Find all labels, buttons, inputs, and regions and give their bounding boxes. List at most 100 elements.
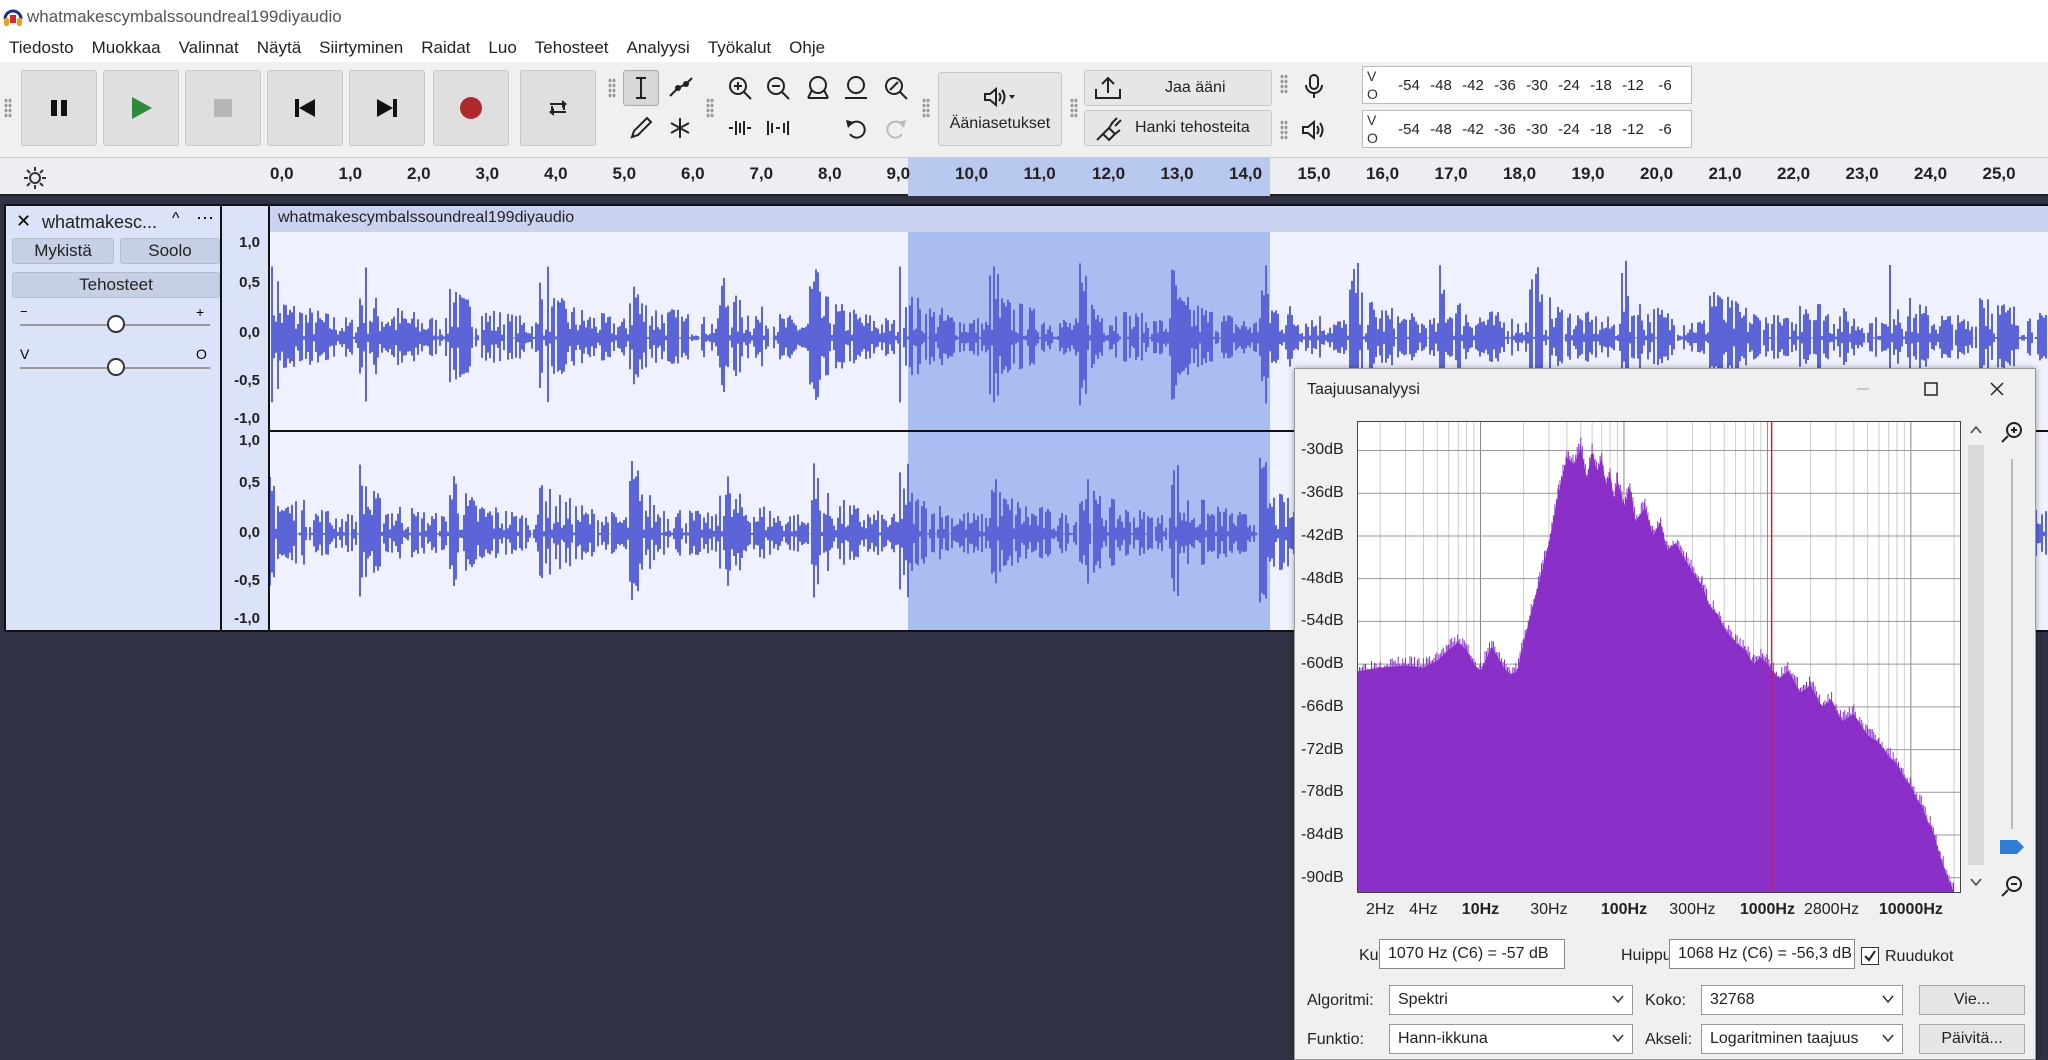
- rec-meter-grip[interactable]: [1280, 74, 1288, 94]
- ruler-tick-label: 0,0: [270, 164, 294, 183]
- vertical-scrollbar[interactable]: [1967, 421, 1985, 893]
- envelope-tool-button[interactable]: [662, 70, 698, 106]
- undo-icon: [846, 120, 866, 139]
- menu-tools[interactable]: Työkalut: [699, 38, 780, 58]
- audio-settings-button[interactable]: Ääniasetukset: [938, 72, 1062, 146]
- skip-to-end-button[interactable]: [349, 70, 425, 146]
- toolbar-grip[interactable]: [4, 98, 12, 118]
- tools-grip[interactable]: [608, 78, 616, 98]
- close-button[interactable]: [1985, 377, 2009, 401]
- algorithm-select[interactable]: Spektri: [1389, 985, 1633, 1015]
- ruler-tick-label: 5,0: [612, 164, 637, 183]
- pencil-icon: [630, 116, 653, 139]
- menu-effect[interactable]: Tehosteet: [526, 38, 618, 58]
- trim-button[interactable]: [722, 110, 758, 146]
- play-meter-grip[interactable]: [1280, 120, 1288, 140]
- y-tick-label: -30dB: [1301, 441, 1344, 459]
- skip-to-start-button[interactable]: [267, 70, 343, 146]
- x-tick-label: 10Hz: [1461, 901, 1500, 918]
- record-button[interactable]: [433, 70, 509, 146]
- scrollbar-track[interactable]: [1968, 445, 1984, 865]
- gear-icon[interactable]: [22, 165, 48, 191]
- minimize-button[interactable]: [1851, 377, 1875, 401]
- loop-button[interactable]: [520, 70, 596, 146]
- mute-button[interactable]: Mykistä: [12, 238, 114, 264]
- meter-tick: -48: [1430, 77, 1452, 94]
- x-tick-label: 2Hz: [1365, 901, 1395, 918]
- scroll-down-icon[interactable]: [1967, 873, 1985, 891]
- redo-button[interactable]: [878, 110, 914, 146]
- spectrum-plot[interactable]: [1357, 421, 1961, 897]
- loop-icon: [549, 100, 567, 116]
- size-select[interactable]: 32768: [1701, 985, 1903, 1015]
- collapse-track-icon[interactable]: ^: [172, 210, 180, 228]
- record-meter-button[interactable]: [1296, 68, 1332, 104]
- zoom-slider-thumb[interactable]: [1999, 839, 2025, 855]
- menu-generate[interactable]: Luo: [479, 38, 525, 58]
- grid-checkbox[interactable]: [1861, 947, 1879, 965]
- play-button[interactable]: [103, 70, 179, 146]
- meter-tick: -6: [1658, 77, 1672, 94]
- recording-meter[interactable]: V O -54 -48 -42 -36 -30 -24 -18 -12 -6: [1362, 66, 1692, 104]
- track-name[interactable]: whatmakesc...: [42, 212, 157, 233]
- gain-slider[interactable]: [107, 315, 125, 333]
- audacity-app-icon: [3, 9, 23, 26]
- pause-button[interactable]: [21, 70, 97, 146]
- trim-audio-icon: [729, 121, 751, 135]
- zoom-out-icon[interactable]: [1999, 873, 2025, 899]
- ruler-tick-label: 19,0: [1571, 164, 1605, 183]
- menu-analyze[interactable]: Analyysi: [618, 38, 699, 58]
- audio-settings-label: Ääniasetukset: [949, 115, 1051, 132]
- menu-view[interactable]: Näytä: [248, 38, 310, 58]
- amp-label: -0,5: [234, 372, 260, 389]
- draw-tool-button[interactable]: [623, 110, 659, 146]
- audio-setup-grip[interactable]: [922, 98, 930, 118]
- track-control-panel: ✕ whatmakesc... ^ ⋯ Mykistä Soolo Tehost…: [4, 204, 222, 632]
- scroll-up-icon[interactable]: [1967, 421, 1985, 439]
- get-effects-button[interactable]: Hanki tehosteita: [1084, 110, 1272, 146]
- selection-tool-button[interactable]: [623, 70, 659, 106]
- replot-button[interactable]: Päivitä...: [1919, 1024, 2025, 1054]
- zoom-in-button[interactable]: [722, 70, 758, 106]
- menu-file[interactable]: Tiedosto: [0, 38, 83, 58]
- fit-project-button[interactable]: [838, 70, 874, 106]
- playback-meter[interactable]: V O -54 -48 -42 -36 -30 -24 -18 -12 -6: [1362, 110, 1692, 148]
- timeline-ruler[interactable]: 0,0 1,0 2,0 3,0 4,0 5,0 6,0 7,0 8,0 9,0 10,0 11,0 12…: [0, 158, 2048, 196]
- silence-button[interactable]: [760, 110, 796, 146]
- zoom-out-button[interactable]: [760, 70, 796, 106]
- menu-tracks[interactable]: Raidat: [412, 38, 479, 58]
- undo-button[interactable]: [838, 110, 874, 146]
- zoom-in-icon[interactable]: [1999, 419, 2025, 445]
- meter-tick: -18: [1590, 77, 1612, 94]
- export-button[interactable]: Vie...: [1919, 985, 2025, 1015]
- close-track-icon[interactable]: ✕: [16, 211, 31, 232]
- ruler-tick-label: 10,0: [955, 164, 989, 183]
- ruler-tick-label: 7,0: [749, 164, 774, 183]
- pan-slider[interactable]: [107, 358, 125, 376]
- edit-grip[interactable]: [706, 98, 714, 118]
- maximize-icon: [1924, 382, 1938, 396]
- menu-transport[interactable]: Siirtyminen: [310, 38, 412, 58]
- amp-label: 1,0: [239, 234, 260, 251]
- maximize-button[interactable]: [1919, 377, 1943, 401]
- playback-meter-button[interactable]: [1296, 112, 1332, 148]
- fit-selection-button[interactable]: [800, 70, 836, 106]
- function-value: Hann-ikkuna: [1398, 1030, 1488, 1047]
- zoom-toggle-button[interactable]: [878, 70, 914, 106]
- effects-button[interactable]: Tehosteet: [12, 272, 220, 298]
- redo-icon: [886, 120, 906, 139]
- ruler-tick-label: 25,0: [1982, 164, 2016, 183]
- menu-help[interactable]: Ohje: [780, 38, 834, 58]
- axis-value: Logaritminen taajuus: [1710, 1030, 1859, 1047]
- share-grip[interactable]: [1070, 98, 1078, 118]
- share-audio-button[interactable]: Jaa ääni: [1084, 70, 1272, 106]
- function-select[interactable]: Hann-ikkuna: [1389, 1024, 1633, 1054]
- solo-button[interactable]: Soolo: [120, 238, 220, 264]
- track-menu-icon[interactable]: ⋯: [196, 208, 214, 229]
- menu-edit[interactable]: Muokkaa: [83, 38, 170, 58]
- stop-button[interactable]: [185, 70, 261, 146]
- ruler-tick-label: 24,0: [1914, 164, 1948, 183]
- menu-select[interactable]: Valinnat: [170, 38, 248, 58]
- axis-select[interactable]: Logaritminen taajuus: [1701, 1024, 1903, 1054]
- multi-tool-button[interactable]: [662, 110, 698, 146]
